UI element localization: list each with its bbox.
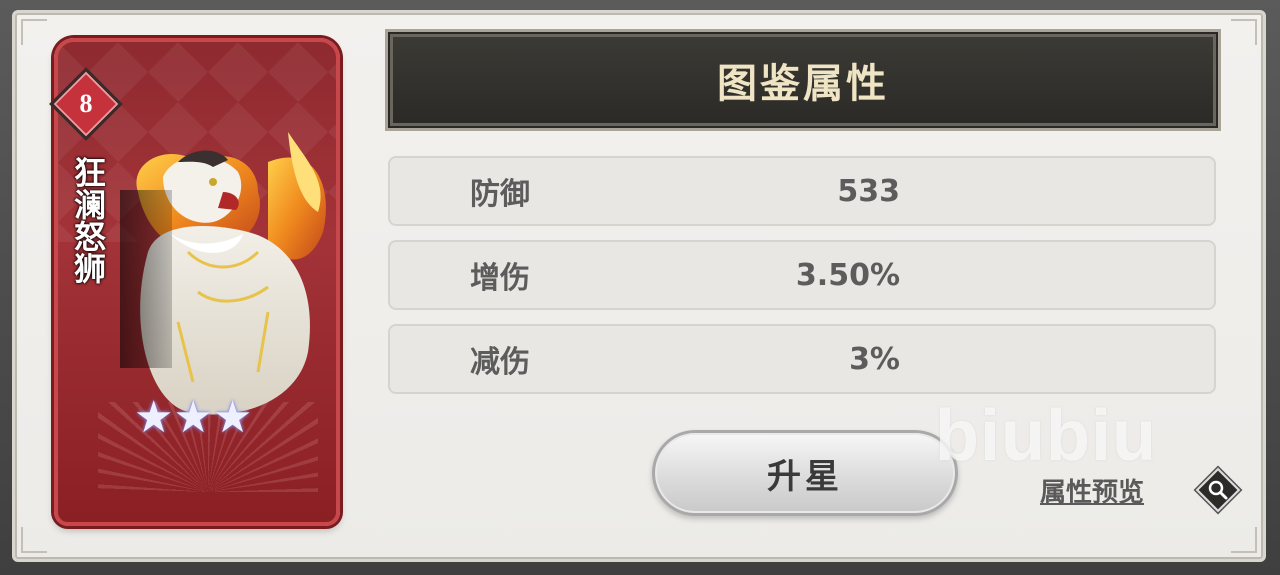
stat-label: 减伤 xyxy=(470,345,530,380)
panel-corner-ornament xyxy=(21,527,47,553)
attribute-preview-link[interactable]: 属性预览 xyxy=(1040,472,1144,509)
level-number: 8 xyxy=(79,89,93,118)
star-icon: ★ xyxy=(212,392,253,443)
panel-header: 图鉴属性 xyxy=(390,34,1216,126)
screen: 8 狂澜怒狮 ★ ★ ★ 图鉴属性 防御 533 增伤 3.50% 减伤 3% … xyxy=(0,0,1280,575)
panel-title: 图鉴属性 xyxy=(717,61,889,107)
character-name-strip xyxy=(120,190,172,368)
stat-row-defense: 防御 533 xyxy=(388,156,1216,226)
character-name: 狂澜怒狮 xyxy=(69,156,107,284)
stat-row-damage-reduction: 减伤 3% xyxy=(388,324,1216,394)
stat-value: 3% xyxy=(849,341,900,377)
panel-corner-ornament xyxy=(21,19,47,45)
panel-corner-ornament xyxy=(1231,19,1257,45)
stat-value: 3.50% xyxy=(795,257,900,293)
stat-label: 防御 xyxy=(470,177,530,212)
stat-row-damage-increase: 增伤 3.50% xyxy=(388,240,1216,310)
star-rating: ★ ★ ★ xyxy=(134,396,252,440)
star-icon: ★ xyxy=(173,392,213,443)
magnifier-icon[interactable] xyxy=(1196,468,1240,512)
upgrade-star-button[interactable]: 升星 xyxy=(652,430,958,516)
panel-corner-ornament xyxy=(1231,527,1257,553)
stat-value: 533 xyxy=(837,173,900,209)
stat-label: 增伤 xyxy=(470,261,530,296)
star-icon: ★ xyxy=(134,392,174,443)
biubiu-watermark: biubiu xyxy=(935,396,1157,476)
